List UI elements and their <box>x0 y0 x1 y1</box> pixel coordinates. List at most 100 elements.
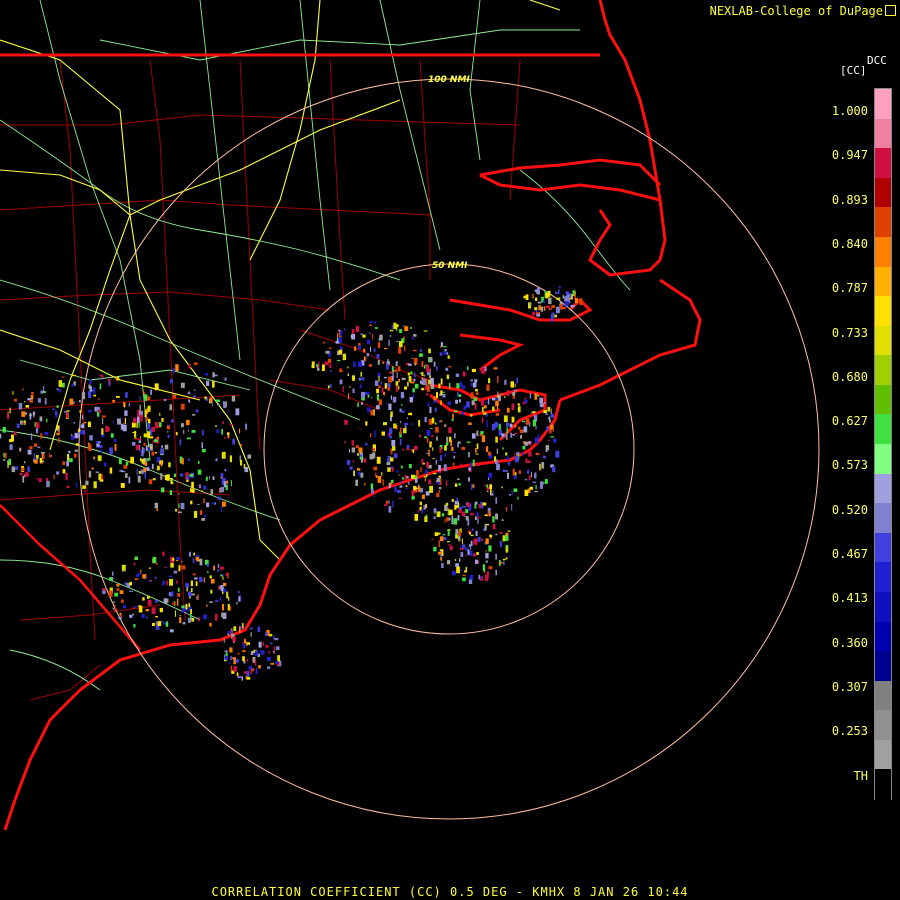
radar-echo <box>398 474 400 476</box>
radar-echo <box>229 662 231 664</box>
color-scale-label: 0.520 <box>831 502 868 517</box>
radar-echo <box>237 591 240 594</box>
radar-echo <box>484 523 487 531</box>
radar-echo <box>39 416 43 422</box>
radar-echo <box>164 567 167 569</box>
radar-echo <box>427 385 430 392</box>
radar-echo <box>480 431 484 435</box>
radar-echo <box>488 378 491 384</box>
radar-echo <box>534 427 537 429</box>
radar-echo <box>143 433 148 438</box>
radar-echo <box>420 467 422 473</box>
radar-echo <box>92 456 96 459</box>
radar-echo <box>445 442 449 446</box>
radar-echo <box>56 471 60 475</box>
radar-echo <box>242 656 245 661</box>
radar-echo <box>469 394 472 398</box>
radar-echo <box>532 481 537 483</box>
legend-unit: [CC] <box>840 64 867 77</box>
radar-echo <box>395 385 398 392</box>
radar-echo <box>89 435 93 441</box>
radar-echo <box>548 308 552 311</box>
radar-echo <box>93 394 96 397</box>
radar-echo <box>339 379 343 385</box>
radar-echo <box>449 545 453 551</box>
radar-echo <box>511 416 515 423</box>
radar-echo <box>476 430 479 437</box>
radar-echo <box>453 410 458 413</box>
radar-echo <box>193 362 198 365</box>
radar-echo <box>543 306 546 311</box>
radar-echo <box>525 479 528 481</box>
radar-echo <box>392 500 394 508</box>
radar-echo <box>398 378 400 383</box>
radar-echo <box>388 339 390 346</box>
radar-echo <box>536 291 540 294</box>
radar-echo <box>114 592 119 597</box>
radar-echo <box>544 479 548 484</box>
radar-echo <box>58 437 60 443</box>
radar-echo <box>455 559 457 561</box>
radar-echo <box>444 518 446 523</box>
radar-echo <box>196 596 198 600</box>
color-scale-label: 0.947 <box>831 148 868 163</box>
radar-echo <box>398 340 403 348</box>
radar-echo <box>371 448 376 451</box>
radar-echo <box>229 656 232 661</box>
radar-echo <box>463 405 467 411</box>
radar-echo <box>197 469 202 475</box>
radar-echo <box>352 460 354 463</box>
radar-echo <box>156 563 158 565</box>
radar-echo <box>432 447 434 451</box>
radar-echo <box>386 462 391 466</box>
radar-echo <box>56 405 59 408</box>
radar-echo <box>472 382 477 388</box>
radar-echo <box>458 441 461 444</box>
radar-echo <box>128 403 130 407</box>
radar-echo <box>421 387 425 391</box>
radar-echo <box>88 444 92 452</box>
radar-echo <box>144 410 147 417</box>
radar-echo <box>383 422 387 426</box>
radar-echo <box>19 447 22 452</box>
radar-echo <box>201 518 205 521</box>
radar-echo <box>455 399 458 404</box>
radar-echo <box>469 532 471 535</box>
radar-echo <box>73 422 76 424</box>
radar-echo <box>382 361 384 364</box>
radar-echo <box>348 448 350 453</box>
radar-echo <box>355 325 359 332</box>
radar-echo <box>176 557 180 561</box>
radar-echo <box>351 334 355 340</box>
color-scale-label: 0.893 <box>831 192 868 207</box>
radar-echo <box>512 468 515 476</box>
radar-echo <box>193 511 198 518</box>
radar-echo <box>268 651 270 654</box>
radar-echo <box>540 481 544 486</box>
radar-echo <box>129 590 133 592</box>
radar-echo <box>105 425 109 432</box>
radar-echo <box>421 509 424 514</box>
radar-echo <box>440 420 443 423</box>
credit-banner[interactable]: NEXLAB-College of DuPage <box>710 4 896 18</box>
radar-echo <box>231 657 233 659</box>
radar-echo <box>159 426 161 428</box>
radar-echo <box>147 405 151 412</box>
radar-echo <box>543 402 547 404</box>
radar-echo <box>180 482 183 485</box>
radar-echo <box>504 379 507 385</box>
radar-echo <box>496 395 499 398</box>
radar-echo <box>101 415 106 418</box>
radar-echo <box>146 467 150 471</box>
radar-echo <box>469 462 472 468</box>
radar-echo <box>481 435 486 442</box>
radar-echo <box>371 488 374 494</box>
radar-echo <box>99 383 102 390</box>
radar-echo <box>426 461 429 468</box>
radar-echo <box>468 506 472 511</box>
radar-echo <box>140 458 142 462</box>
radar-echo <box>451 499 454 502</box>
radar-echo <box>229 647 233 653</box>
radar-echo <box>209 575 212 579</box>
radar-echo <box>265 644 269 648</box>
